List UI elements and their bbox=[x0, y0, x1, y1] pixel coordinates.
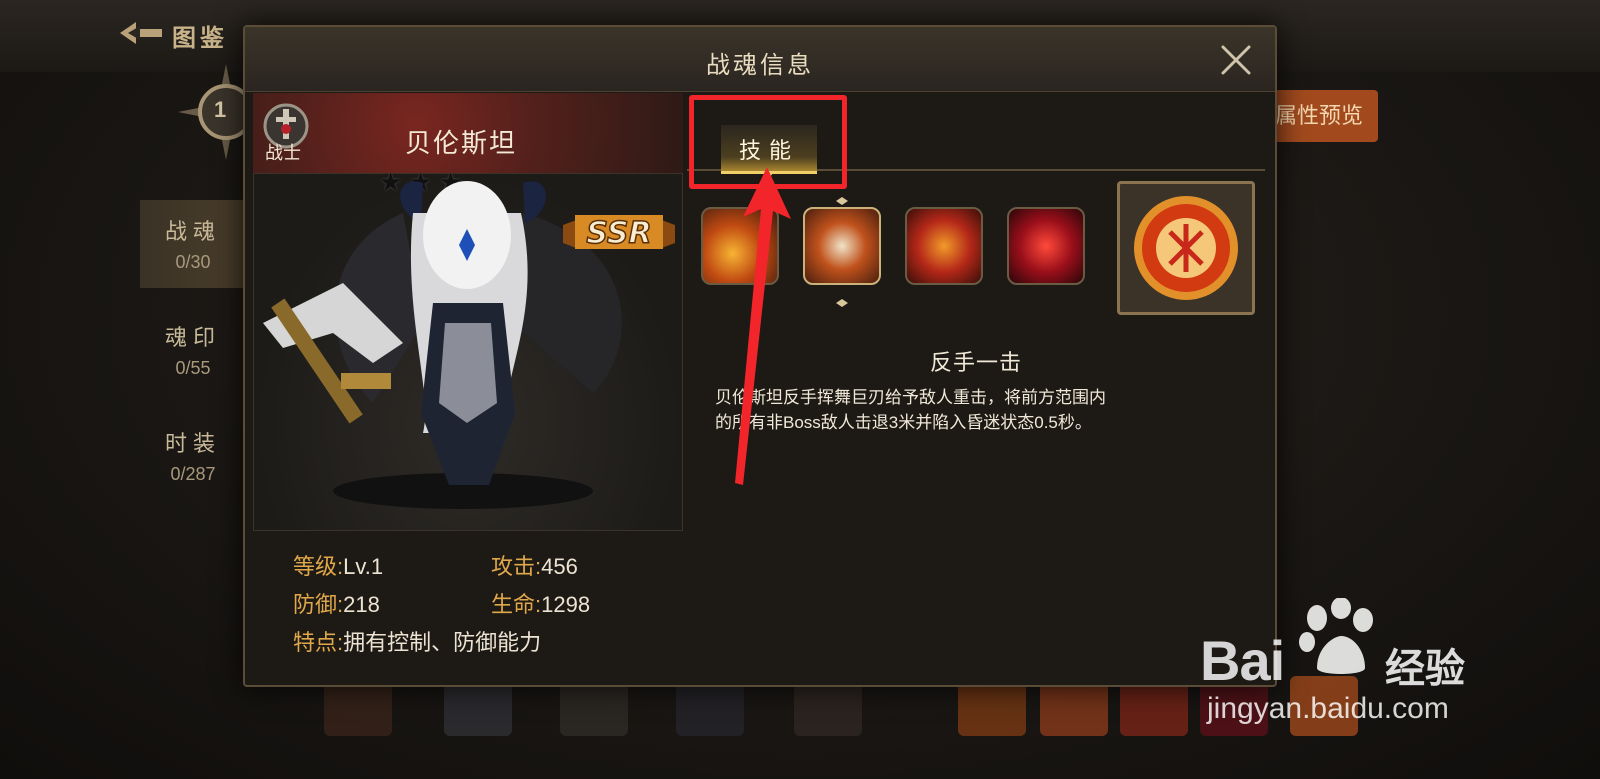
nav-item-war-soul[interactable]: 战魂 0/30 bbox=[140, 200, 250, 288]
war-soul-info-dialog: 战魂信息 战士 贝伦斯坦 ★ ★ ★ SSR 等级:Lv.1 攻击:456 防御… bbox=[243, 25, 1277, 687]
annotation-arrow bbox=[735, 167, 791, 485]
watermark-url: jingyan.baidu.com bbox=[1207, 692, 1449, 725]
level-badge-number: 1 bbox=[214, 97, 227, 122]
selected-marker-bottom-icon bbox=[836, 299, 848, 307]
page-title: 图鉴 bbox=[172, 25, 228, 52]
nav-label: 战魂 bbox=[164, 219, 221, 244]
dialog-title: 战魂信息 bbox=[706, 52, 814, 79]
rarity-text: SSR bbox=[586, 216, 651, 251]
skill-icon-2[interactable] bbox=[803, 207, 881, 285]
watermark-bai: Bai bbox=[1200, 629, 1285, 692]
ultimate-skill-icon[interactable] bbox=[1117, 181, 1255, 315]
hero-name: 贝伦斯坦 bbox=[405, 128, 518, 158]
nav-item-soul-seal[interactable]: 魂印 0/55 bbox=[140, 306, 246, 394]
stat-defense: 防御:218 bbox=[293, 592, 380, 617]
close-icon[interactable] bbox=[1219, 43, 1253, 77]
watermark-jingyan: 经验 bbox=[1385, 647, 1465, 691]
rarity-ssr-badge: SSR bbox=[563, 215, 675, 252]
skill-icon-3[interactable] bbox=[905, 207, 983, 285]
nav-label: 时装 bbox=[164, 431, 221, 456]
skill-icon-4[interactable] bbox=[1007, 207, 1085, 285]
hero-stats: 等级:Lv.1 攻击:456 防御:218 生命:1298 特点:拥有控制、防御… bbox=[293, 549, 683, 659]
nav-label: 魂印 bbox=[164, 325, 221, 350]
nav-item-fashion[interactable]: 时装 0/287 bbox=[140, 412, 246, 500]
stat-hp: 生命:1298 bbox=[491, 592, 591, 617]
nav-count: 0/55 bbox=[175, 358, 211, 378]
nav-count: 0/287 bbox=[170, 464, 216, 484]
baidu-paw-logo bbox=[1299, 598, 1373, 674]
selected-marker-top-icon bbox=[836, 197, 848, 205]
attribute-preview-button[interactable]: 属性预览 bbox=[1260, 90, 1378, 142]
nav-count: 0/30 bbox=[175, 252, 211, 272]
back-arrow-icon[interactable] bbox=[118, 18, 164, 48]
stat-attack: 攻击:456 bbox=[491, 554, 578, 579]
stat-trait: 特点:拥有控制、防御能力 bbox=[293, 630, 542, 655]
class-label: 战士 bbox=[265, 143, 301, 163]
stat-level: 等级:Lv.1 bbox=[293, 554, 384, 579]
